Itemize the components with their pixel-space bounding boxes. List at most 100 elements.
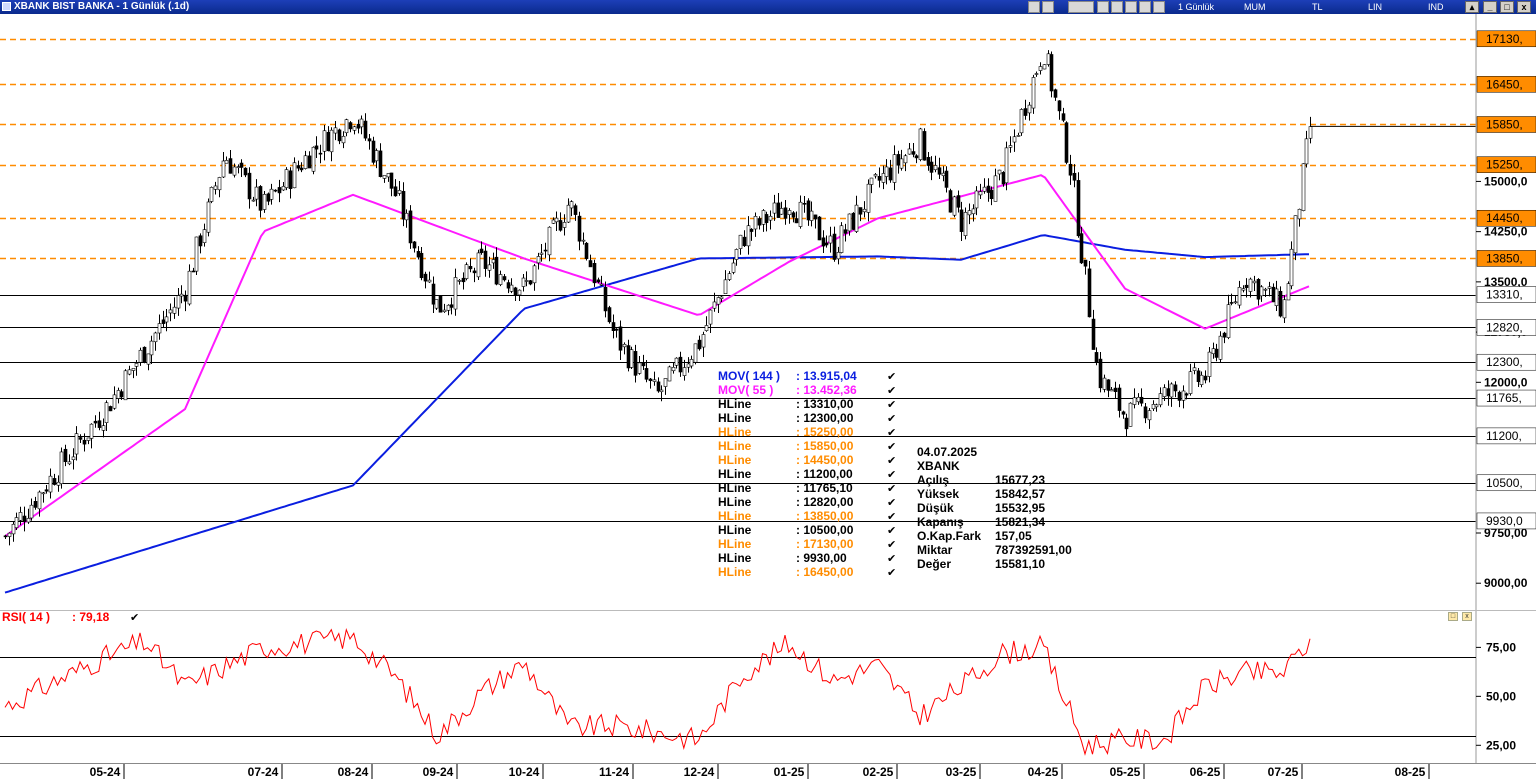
candle[interactable] bbox=[1177, 391, 1182, 401]
template-icon[interactable] bbox=[1068, 1, 1094, 13]
candle[interactable] bbox=[37, 491, 42, 510]
candle[interactable] bbox=[821, 237, 826, 247]
candle[interactable] bbox=[997, 169, 1002, 175]
candle[interactable] bbox=[956, 195, 961, 208]
candle[interactable] bbox=[296, 165, 301, 169]
candle[interactable] bbox=[254, 186, 259, 200]
check-icon[interactable]: ✔ bbox=[887, 566, 896, 579]
candle[interactable] bbox=[213, 185, 218, 190]
candle[interactable] bbox=[1184, 393, 1189, 396]
candle[interactable] bbox=[1053, 89, 1058, 98]
candle[interactable] bbox=[1192, 367, 1197, 371]
candle[interactable] bbox=[446, 304, 451, 311]
candle[interactable] bbox=[896, 154, 901, 166]
candle[interactable] bbox=[337, 129, 342, 142]
candle[interactable] bbox=[569, 201, 574, 209]
candle[interactable] bbox=[596, 279, 601, 283]
maximize-button[interactable]: □ bbox=[1500, 1, 1514, 13]
candle[interactable] bbox=[536, 256, 541, 264]
candle[interactable] bbox=[1248, 278, 1253, 292]
grid-icon[interactable] bbox=[1097, 1, 1109, 13]
candle[interactable] bbox=[944, 170, 949, 188]
candle[interactable] bbox=[506, 282, 511, 289]
candle[interactable] bbox=[1001, 172, 1006, 185]
candle[interactable] bbox=[1057, 100, 1062, 112]
candle[interactable] bbox=[476, 252, 481, 278]
candle[interactable] bbox=[191, 270, 196, 273]
candle[interactable] bbox=[1042, 64, 1047, 70]
candle[interactable] bbox=[1203, 375, 1208, 381]
candle[interactable] bbox=[63, 448, 68, 463]
check-icon[interactable]: ✔ bbox=[887, 412, 896, 425]
candle[interactable] bbox=[513, 287, 518, 296]
candle[interactable] bbox=[401, 191, 406, 220]
candle[interactable] bbox=[937, 167, 942, 175]
candle[interactable] bbox=[161, 319, 166, 324]
candle[interactable] bbox=[1004, 147, 1009, 184]
candle[interactable] bbox=[479, 248, 484, 253]
candle[interactable] bbox=[1308, 126, 1313, 139]
candle[interactable] bbox=[521, 277, 526, 287]
candle[interactable] bbox=[427, 279, 432, 283]
candle[interactable] bbox=[798, 201, 803, 227]
check-icon[interactable]: ✔ bbox=[887, 426, 896, 439]
candle[interactable] bbox=[558, 220, 563, 231]
candle[interactable] bbox=[108, 406, 113, 412]
candle[interactable] bbox=[3, 535, 8, 538]
candle[interactable] bbox=[341, 135, 346, 144]
candle[interactable] bbox=[1274, 288, 1279, 306]
candle[interactable] bbox=[1282, 299, 1287, 319]
candle[interactable] bbox=[239, 162, 244, 168]
check-icon[interactable]: ✔ bbox=[887, 552, 896, 565]
candle[interactable] bbox=[491, 259, 496, 264]
candle[interactable] bbox=[206, 201, 211, 233]
candle[interactable] bbox=[119, 391, 124, 398]
candle[interactable] bbox=[464, 264, 469, 279]
candle[interactable] bbox=[749, 228, 754, 232]
candle[interactable] bbox=[768, 215, 773, 221]
candle[interactable] bbox=[209, 187, 214, 202]
candle[interactable] bbox=[1154, 404, 1159, 408]
candle[interactable] bbox=[1132, 397, 1137, 405]
candle[interactable] bbox=[329, 129, 334, 153]
close-button[interactable]: x bbox=[1517, 1, 1531, 13]
candle[interactable] bbox=[1207, 351, 1212, 377]
candle[interactable] bbox=[791, 212, 796, 218]
candle[interactable] bbox=[809, 210, 814, 221]
candle[interactable] bbox=[903, 155, 908, 164]
candle[interactable] bbox=[18, 512, 23, 521]
candle[interactable] bbox=[633, 351, 638, 376]
candle[interactable] bbox=[1237, 287, 1242, 306]
candle[interactable] bbox=[1121, 411, 1126, 415]
candle[interactable] bbox=[1098, 358, 1103, 389]
candle[interactable] bbox=[33, 501, 38, 508]
candle[interactable] bbox=[1136, 397, 1141, 403]
candle[interactable] bbox=[164, 316, 169, 323]
candle[interactable] bbox=[907, 148, 912, 155]
candle[interactable] bbox=[1083, 259, 1088, 267]
candle[interactable] bbox=[847, 213, 852, 232]
mov55-line[interactable] bbox=[4, 174, 1310, 538]
candle[interactable] bbox=[686, 363, 691, 368]
check-icon[interactable]: ✔ bbox=[887, 384, 896, 397]
candle[interactable] bbox=[1064, 122, 1069, 163]
candle[interactable] bbox=[273, 189, 278, 192]
candle[interactable] bbox=[1218, 335, 1223, 360]
rsi-close-icon[interactable]: x bbox=[1462, 612, 1472, 621]
candle[interactable] bbox=[194, 236, 199, 272]
candle[interactable] bbox=[1271, 286, 1276, 303]
candle[interactable] bbox=[1038, 66, 1043, 71]
candle[interactable] bbox=[142, 346, 147, 363]
candle[interactable] bbox=[888, 167, 893, 181]
candle[interactable] bbox=[48, 475, 53, 493]
arrow-down-icon[interactable] bbox=[1153, 1, 1165, 13]
chart-style-selector[interactable]: MUM bbox=[1244, 0, 1266, 14]
candle[interactable] bbox=[277, 187, 282, 194]
candle[interactable] bbox=[993, 175, 998, 202]
check-icon[interactable]: ✔ bbox=[887, 398, 896, 411]
candle[interactable] bbox=[149, 340, 154, 356]
candle[interactable] bbox=[389, 172, 394, 189]
candle[interactable] bbox=[877, 176, 882, 181]
candle[interactable] bbox=[179, 293, 184, 297]
candle[interactable] bbox=[974, 190, 979, 209]
